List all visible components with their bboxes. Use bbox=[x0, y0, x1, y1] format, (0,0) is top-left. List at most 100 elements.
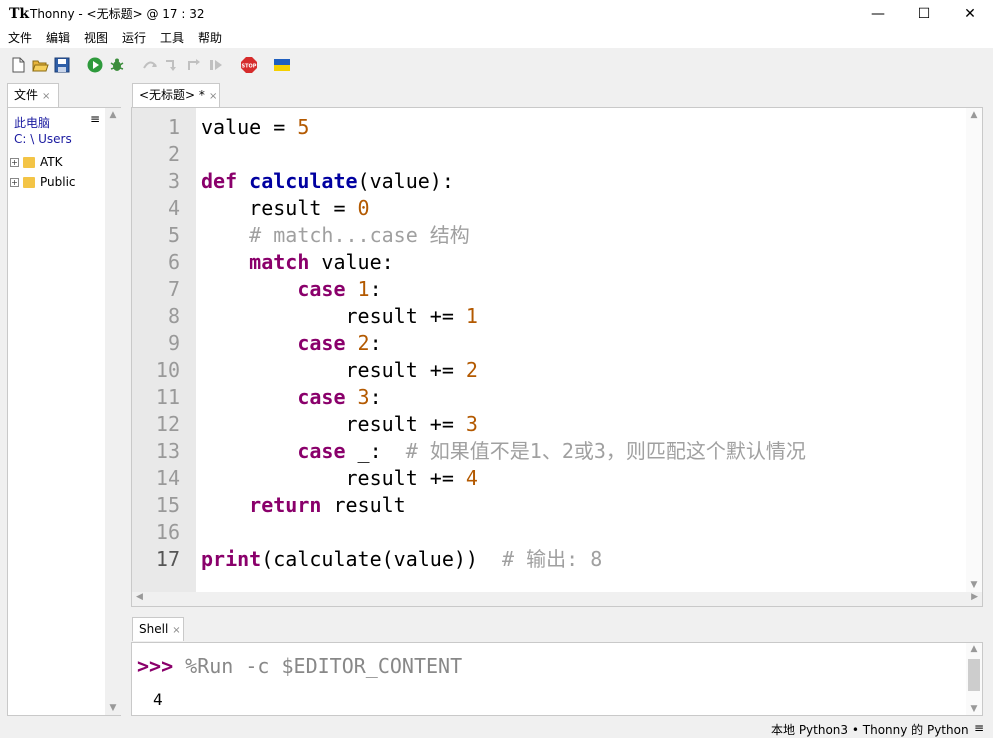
tab-editor-label: <无标题> * bbox=[139, 88, 205, 102]
menu-run[interactable]: 运行 bbox=[122, 31, 146, 45]
resume-icon[interactable] bbox=[207, 56, 225, 74]
line-number: 6 bbox=[167, 250, 180, 274]
line-number: 3 bbox=[167, 169, 180, 193]
code-line: result += 4 bbox=[201, 466, 478, 490]
shell-command-line: >>> %Run -c $EDITOR_CONTENT bbox=[137, 653, 462, 679]
tab-files[interactable]: 文件 × bbox=[7, 83, 59, 107]
step-out-icon[interactable] bbox=[185, 56, 203, 74]
shell-panel[interactable]: >>> %Run -c $EDITOR_CONTENT 4 ▲ ▼ bbox=[131, 642, 983, 716]
editor-vertical-scrollbar[interactable]: ▲ ▼ bbox=[966, 108, 982, 592]
line-number: 7 bbox=[167, 277, 180, 301]
shell-prompt: >>> bbox=[137, 654, 174, 678]
scroll-up-icon[interactable]: ▲ bbox=[966, 644, 982, 654]
line-number: 8 bbox=[167, 304, 180, 328]
code-line: def calculate(value): bbox=[201, 169, 454, 193]
scroll-left-icon[interactable]: ◀ bbox=[136, 592, 143, 602]
location-path-link[interactable]: C: \ Users bbox=[14, 132, 72, 146]
shell-output: 4 bbox=[153, 690, 163, 709]
tab-editor-untitled[interactable]: <无标题> * × bbox=[132, 83, 220, 107]
tab-shell[interactable]: Shell × bbox=[132, 617, 184, 641]
tree-item-label: ATK bbox=[40, 155, 63, 169]
line-number: 11 bbox=[155, 385, 180, 409]
location-root-link[interactable]: 此电脑 bbox=[14, 114, 50, 131]
tree-item-label: Public bbox=[40, 175, 76, 189]
new-file-icon[interactable] bbox=[9, 56, 27, 74]
scroll-down-icon[interactable]: ▼ bbox=[105, 703, 121, 713]
close-tab-icon[interactable]: × bbox=[172, 625, 180, 636]
step-into-icon[interactable] bbox=[163, 56, 181, 74]
interpreter-status[interactable]: 本地 Python3 • Thonny 的 Python bbox=[771, 721, 969, 738]
thonny-app-icon: Tk bbox=[9, 6, 30, 22]
save-icon[interactable] bbox=[53, 56, 71, 74]
window-title: Thonny - <无标题> @ 17 : 32 bbox=[30, 7, 205, 21]
tab-files-label: 文件 bbox=[14, 88, 39, 102]
code-line: value = 5 bbox=[201, 115, 310, 139]
status-bar: 本地 Python3 • Thonny 的 Python ≡ bbox=[0, 718, 993, 738]
scroll-down-icon[interactable]: ▼ bbox=[966, 580, 982, 590]
status-menu-icon[interactable]: ≡ bbox=[974, 721, 984, 735]
line-number: 1 bbox=[167, 115, 180, 139]
menu-tools[interactable]: 工具 bbox=[160, 31, 184, 45]
line-number: 5 bbox=[167, 223, 180, 247]
line-number: 10 bbox=[155, 358, 180, 382]
menu-file[interactable]: 文件 bbox=[8, 31, 32, 45]
editor-horizontal-scrollbar[interactable]: ◀ ▶ bbox=[132, 592, 982, 606]
code-line: match value: bbox=[249, 250, 394, 274]
run-icon[interactable] bbox=[86, 56, 104, 74]
toolbar: STOP bbox=[0, 50, 993, 80]
scroll-right-icon[interactable]: ▶ bbox=[971, 592, 978, 602]
minimize-button[interactable]: — bbox=[855, 0, 901, 28]
code-line: # match...case 结构 bbox=[249, 223, 470, 247]
tab-shell-label: Shell bbox=[139, 622, 169, 636]
line-number: 14 bbox=[155, 466, 180, 490]
menu-bar: 文件 编辑 视图 运行 工具 帮助 bbox=[0, 28, 993, 48]
line-number: 13 bbox=[155, 439, 180, 463]
tree-item-public[interactable]: + Public bbox=[10, 174, 76, 190]
line-number: 2 bbox=[167, 142, 180, 166]
debug-icon[interactable] bbox=[108, 56, 126, 74]
code-line: return result bbox=[249, 493, 406, 517]
shell-command: %Run -c $EDITOR_CONTENT bbox=[185, 654, 463, 678]
code-line: case 3: bbox=[297, 385, 382, 409]
close-tab-icon[interactable]: × bbox=[209, 91, 217, 102]
expand-icon[interactable]: + bbox=[10, 178, 19, 187]
step-over-icon[interactable] bbox=[141, 56, 159, 74]
menu-view[interactable]: 视图 bbox=[84, 31, 108, 45]
expand-icon[interactable]: + bbox=[10, 158, 19, 167]
code-line: case 1: bbox=[297, 277, 382, 301]
line-number: 16 bbox=[155, 520, 180, 544]
menu-help[interactable]: 帮助 bbox=[198, 31, 222, 45]
folder-icon bbox=[23, 177, 35, 188]
tree-item-atk[interactable]: + ATK bbox=[10, 154, 62, 170]
open-file-icon[interactable] bbox=[31, 56, 49, 74]
close-button[interactable]: ✕ bbox=[947, 0, 993, 28]
svg-text:STOP: STOP bbox=[242, 64, 257, 70]
line-number: 9 bbox=[167, 331, 180, 355]
files-panel: 此电脑 C: \ Users ≡ + ATK + Public ▲ ▼ bbox=[7, 107, 121, 716]
folder-icon bbox=[23, 157, 35, 168]
scroll-up-icon[interactable]: ▲ bbox=[966, 110, 982, 120]
line-number: 15 bbox=[155, 493, 180, 517]
menu-edit[interactable]: 编辑 bbox=[46, 31, 70, 45]
scroll-up-icon[interactable]: ▲ bbox=[105, 110, 121, 120]
scroll-down-icon[interactable]: ▼ bbox=[966, 704, 982, 714]
line-number-gutter: 1 2 3 4 5 6 7 8 9 10 11 12 13 14 15 16 1… bbox=[132, 108, 196, 592]
files-scrollbar[interactable]: ▲ ▼ bbox=[105, 108, 121, 715]
maximize-button[interactable]: ☐ bbox=[901, 0, 947, 28]
code-line: result += 1 bbox=[201, 304, 478, 328]
code-editor[interactable]: 1 2 3 4 5 6 7 8 9 10 11 12 13 14 15 16 1… bbox=[131, 107, 983, 607]
code-line: result += 2 bbox=[201, 358, 478, 382]
files-menu-icon[interactable]: ≡ bbox=[90, 112, 100, 126]
code-line: case 2: bbox=[297, 331, 382, 355]
close-tab-icon[interactable]: × bbox=[42, 91, 50, 102]
shell-scrollbar[interactable]: ▲ ▼ bbox=[966, 643, 982, 715]
line-number: 4 bbox=[167, 196, 180, 220]
stop-icon[interactable]: STOP bbox=[240, 56, 258, 74]
code-line: result += 3 bbox=[201, 412, 478, 436]
line-number: 12 bbox=[155, 412, 180, 436]
shell-scroll-thumb[interactable] bbox=[968, 659, 980, 691]
line-number-current: 17 bbox=[155, 547, 180, 571]
code-line: result = 0 bbox=[201, 196, 370, 220]
ukraine-flag-icon[interactable] bbox=[273, 56, 291, 74]
title-bar: Tk Thonny - <无标题> @ 17 : 32 — ☐ ✕ bbox=[0, 0, 993, 28]
